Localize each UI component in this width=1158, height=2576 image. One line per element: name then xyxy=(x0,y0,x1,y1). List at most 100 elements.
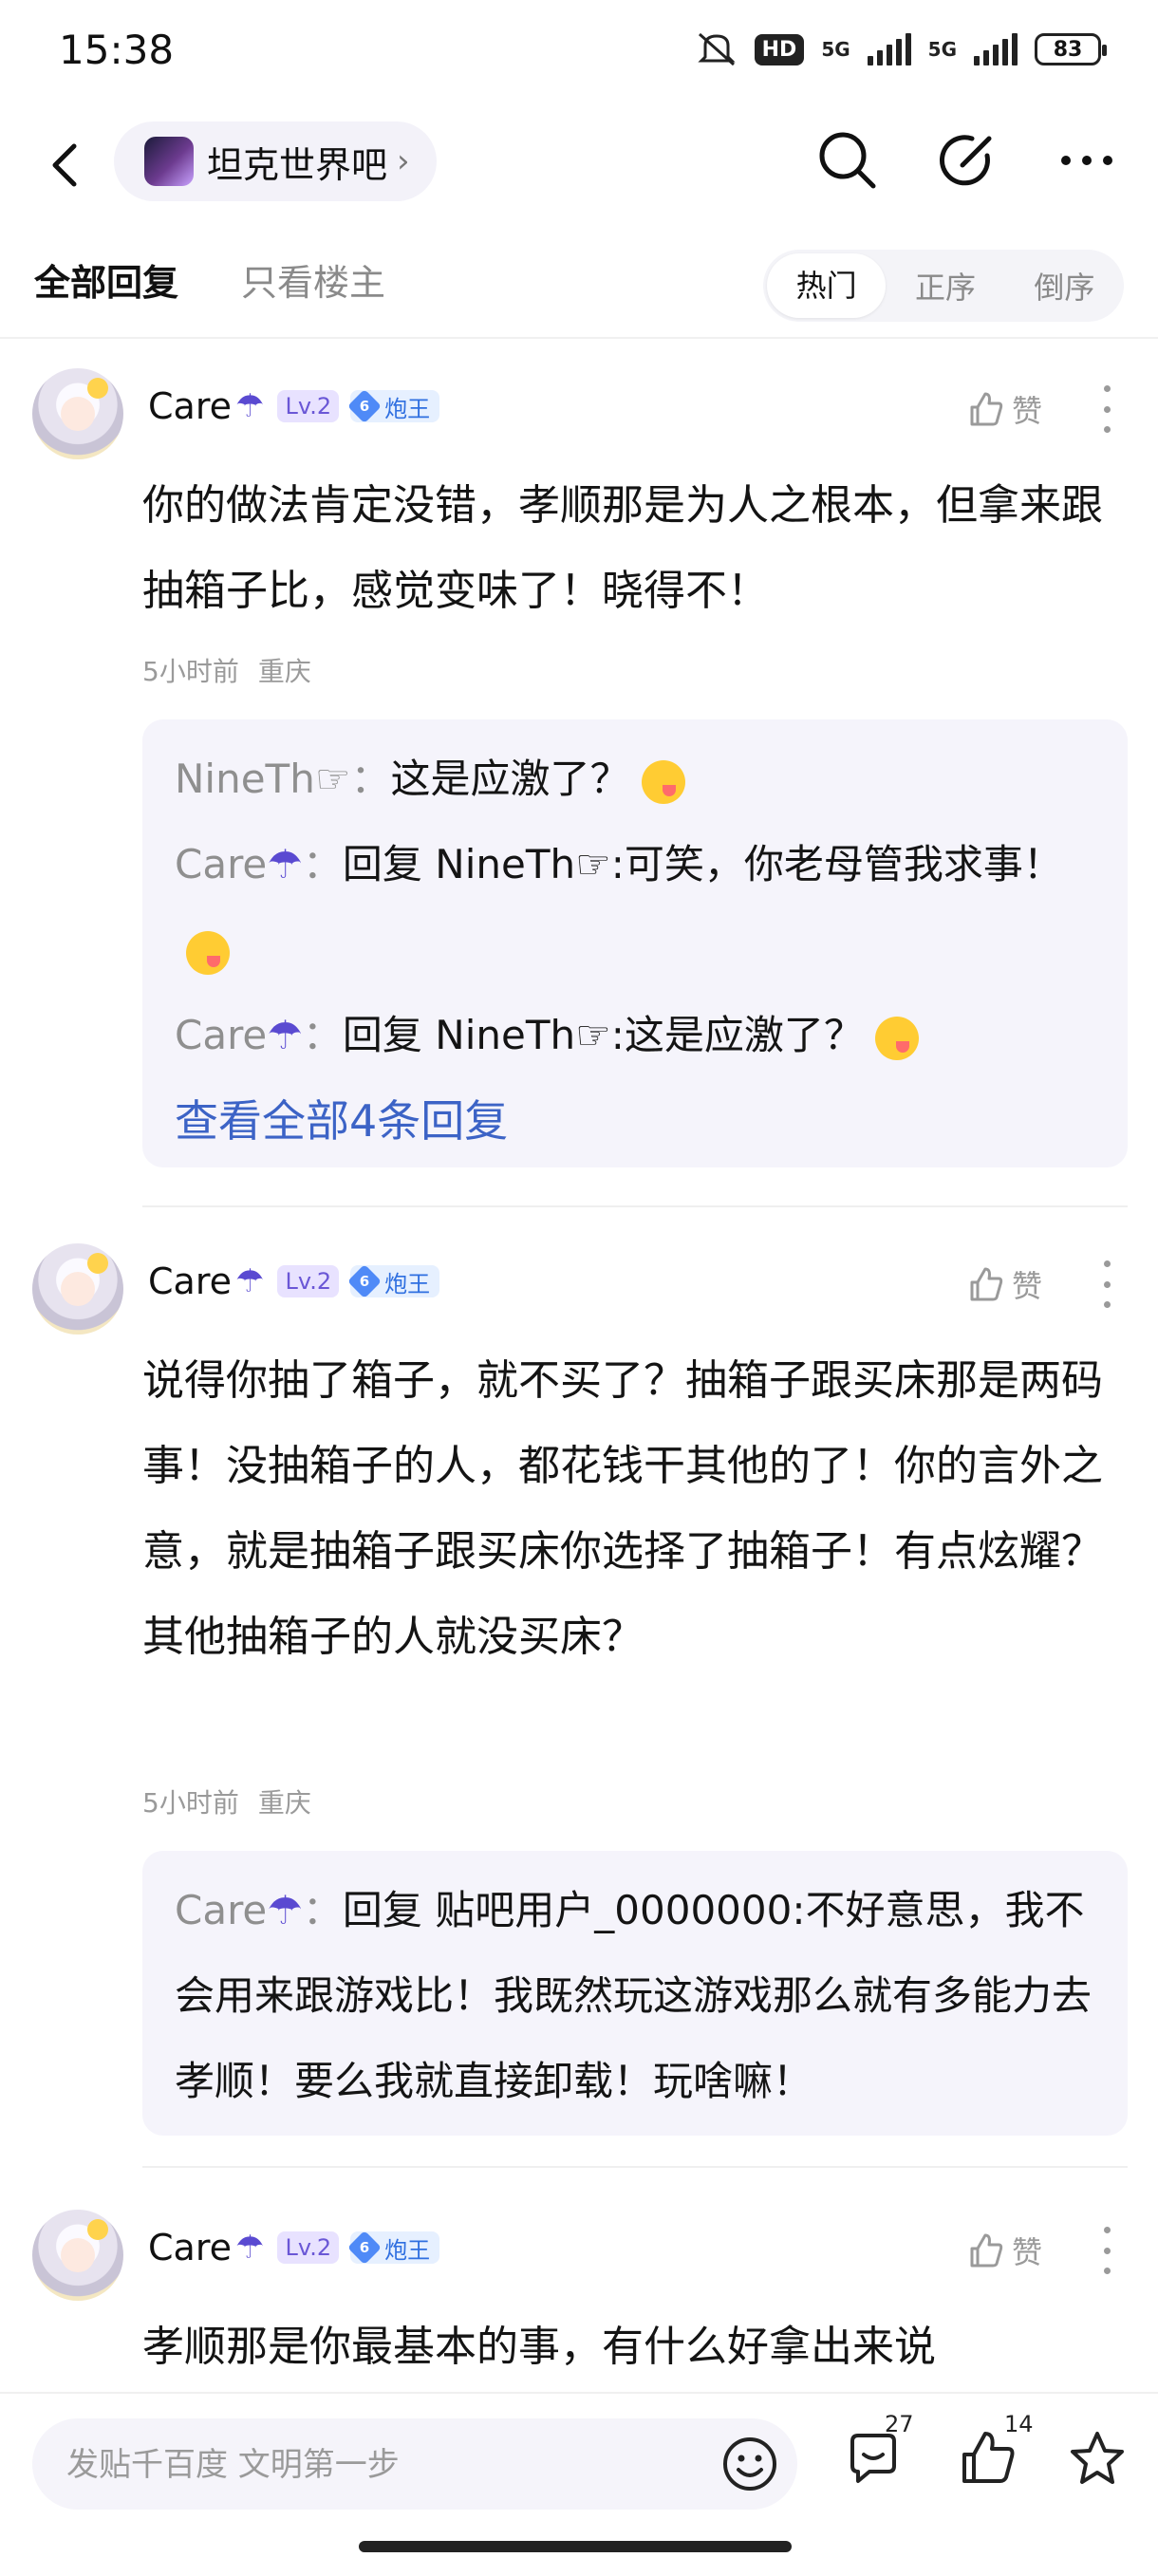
reply-target[interactable]: 贴吧用户_0000000 xyxy=(435,1887,792,1933)
back-button[interactable] xyxy=(38,137,95,194)
sort-hot[interactable]: 热门 xyxy=(767,253,887,318)
thumb-up-icon xyxy=(970,392,1003,426)
tab-op-only[interactable]: 只看楼主 xyxy=(241,253,385,306)
reply-user[interactable]: NineTh☞ xyxy=(175,756,350,802)
reply-user[interactable]: Care xyxy=(175,1887,267,1933)
avatar[interactable] xyxy=(32,2210,123,2301)
reply-prefix: 回复 xyxy=(342,1012,436,1058)
reply-content: :可笑，你老母管我求事！ xyxy=(610,841,1063,887)
divider xyxy=(142,1205,1128,1207)
more-icon xyxy=(1061,156,1112,165)
comment-text: 你的做法肯定没错，孝顺那是为人之根本，但拿来跟抽箱子比，感觉变味了！晓得不！ xyxy=(142,481,1103,615)
search-icon xyxy=(819,132,876,189)
like-label: 赞 xyxy=(1012,1268,1043,1304)
rank-badge: 6 炮王 xyxy=(347,2230,440,2266)
top-nav: 坦克世界吧 › xyxy=(0,114,1158,218)
network-5g-2: 5G xyxy=(927,38,957,61)
like-button[interactable]: 赞 xyxy=(966,387,1042,431)
username[interactable]: Care ☂ Lv.2 6 炮王 xyxy=(148,2227,440,2268)
forum-name: 坦克世界吧 xyxy=(207,143,388,186)
comment-meta: 5小时前 重庆 xyxy=(142,651,311,689)
umbrella-icon: ☂ xyxy=(235,387,265,425)
battery-level: 83 xyxy=(1053,37,1083,62)
comment-more-button[interactable] xyxy=(1097,1260,1116,1308)
emoji-yum-icon xyxy=(641,759,685,804)
like-label: 赞 xyxy=(1012,393,1043,429)
share-button[interactable] xyxy=(934,127,1000,194)
reply-tabs: 全部回复 只看楼主 热门 正序 倒序 xyxy=(0,242,1158,339)
signal-icon xyxy=(867,33,911,65)
reply-item: Care☂：回复 NineTh☞:可笑，你老母管我求事！ xyxy=(175,822,1095,993)
forum-link[interactable]: 坦克世界吧 › xyxy=(114,121,437,201)
rank-number: 6 xyxy=(359,1272,370,1290)
rank-number: 6 xyxy=(359,2238,370,2256)
forum-logo xyxy=(144,137,194,186)
comment-meta: 5小时前 重庆 xyxy=(142,1783,311,1820)
view-all-replies-link[interactable]: 查看全部4条回复 xyxy=(175,1078,1095,1164)
comment-time: 5小时前 xyxy=(142,656,239,687)
back-icon xyxy=(52,143,77,187)
home-indicator[interactable] xyxy=(359,2541,792,2552)
more-vertical-icon xyxy=(1103,385,1111,392)
like-button[interactable]: 赞 xyxy=(966,1262,1042,1306)
username-text: Care xyxy=(148,385,232,427)
reply-prefix: 回复 xyxy=(342,1887,436,1933)
sort-ascending[interactable]: 正序 xyxy=(886,264,1004,308)
reply-prefix: 回复 xyxy=(342,841,436,887)
username[interactable]: Care ☂ Lv.2 6 炮王 xyxy=(148,385,440,427)
favorite-button[interactable] xyxy=(1059,2420,1135,2496)
chevron-right-icon: › xyxy=(397,142,410,180)
reply-user[interactable]: Care xyxy=(175,1012,267,1058)
emoji-yum-icon xyxy=(874,1016,919,1060)
reply-target[interactable]: NineTh☞ xyxy=(435,1012,610,1058)
reply-input-pill[interactable] xyxy=(32,2418,797,2511)
emoji-icon[interactable] xyxy=(721,2436,778,2492)
comment-time: 5小时前 xyxy=(142,1787,239,1819)
thumb-up-icon xyxy=(970,2233,1003,2268)
edit-share-icon xyxy=(939,135,992,186)
umbrella-icon: ☂ xyxy=(267,1012,303,1058)
avatar[interactable] xyxy=(32,1243,123,1335)
reply-box[interactable]: NineTh☞：这是应激了？ Care☂：回复 NineTh☞:可笑，你老母管我… xyxy=(142,719,1128,1167)
rank-title: 炮王 xyxy=(384,2236,431,2264)
username[interactable]: Care ☂ Lv.2 6 炮王 xyxy=(148,1260,440,1302)
signal-icon-2 xyxy=(974,33,1018,65)
reply-target[interactable]: NineTh☞ xyxy=(435,841,610,887)
reply-item: Care☂：回复 贴吧用户_0000000:不好意思，我不会用来跟游戏比！我既然… xyxy=(175,1887,1093,2104)
comment-location: 重庆 xyxy=(257,1787,311,1819)
hd-badge: HD xyxy=(754,33,805,65)
umbrella-icon: ☂ xyxy=(235,1262,265,1300)
like-count: 14 xyxy=(1004,2411,1034,2437)
rank-badge: 6 炮王 xyxy=(347,388,440,424)
network-5g-1: 5G xyxy=(821,38,850,61)
comment-count: 27 xyxy=(885,2411,914,2437)
rank-title: 炮王 xyxy=(384,395,431,422)
umbrella-icon: ☂ xyxy=(267,841,303,887)
more-button[interactable] xyxy=(1054,127,1120,194)
like-button[interactable]: 赞 xyxy=(966,2229,1042,2272)
umbrella-icon: ☂ xyxy=(235,2229,265,2267)
reply-item: NineTh☞：这是应激了？ xyxy=(175,737,1095,822)
emoji-yum-icon xyxy=(186,930,230,975)
comment-location: 重庆 xyxy=(257,656,311,687)
tab-all-replies[interactable]: 全部回复 xyxy=(34,253,178,306)
reply-box[interactable]: Care☂：回复 贴吧用户_0000000:不好意思，我不会用来跟游戏比！我既然… xyxy=(142,1851,1128,2136)
umbrella-icon: ☂ xyxy=(267,1887,303,1933)
level-badge: Lv.2 xyxy=(277,390,340,422)
more-vertical-icon xyxy=(1103,2227,1111,2233)
reply-user[interactable]: Care xyxy=(175,841,267,887)
reply-content: 这是应激了？ xyxy=(390,756,630,802)
thumb-up-icon xyxy=(970,1267,1003,1301)
avatar[interactable] xyxy=(32,368,123,459)
comment-text: 说得你抽了箱子，就不买了？抽箱子跟买床那是两码事！没抽箱子的人，都花钱干其他的了… xyxy=(142,1356,1103,1661)
level-badge: Lv.2 xyxy=(277,1265,340,1297)
more-vertical-icon xyxy=(1103,1260,1111,1267)
comment-more-button[interactable] xyxy=(1097,2227,1116,2274)
sort-descending[interactable]: 倒序 xyxy=(1005,264,1124,308)
search-button[interactable] xyxy=(814,127,881,194)
comment-more-button[interactable] xyxy=(1097,385,1116,433)
divider xyxy=(142,2166,1128,2168)
reply-input[interactable] xyxy=(65,2418,714,2511)
rank-number: 6 xyxy=(359,397,370,415)
rank-badge: 6 炮王 xyxy=(347,1263,440,1299)
